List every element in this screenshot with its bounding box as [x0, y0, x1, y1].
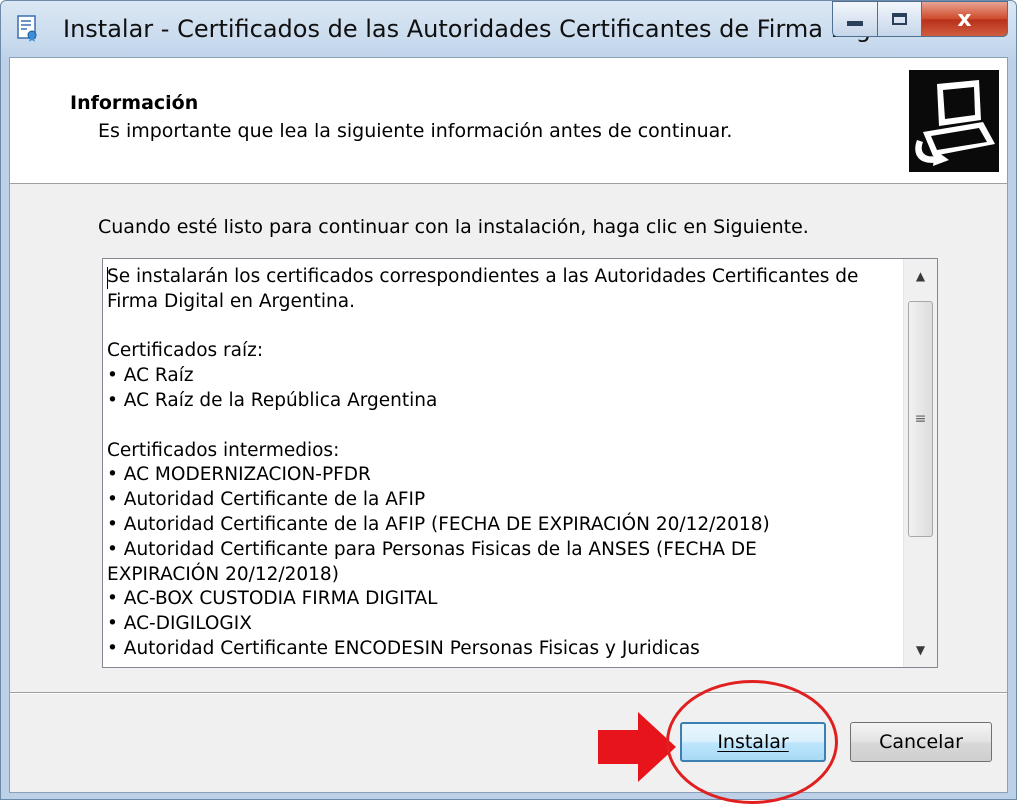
memo-line: • Autoridad Certificante ENCODESIN Perso… — [107, 637, 700, 659]
title-bar[interactable]: Instalar - Certificados de las Autoridad… — [1, 1, 1016, 61]
installer-document-icon — [17, 15, 37, 42]
memo-line: Se instalarán los certificados correspon… — [107, 266, 859, 287]
memo-line: • AC-BOX CUSTODIA FIRMA DIGITAL — [107, 588, 438, 610]
memo-line: • Autoridad Certificante de la AFIP (FEC… — [107, 513, 770, 535]
footer-divider — [10, 692, 1007, 694]
cancel-button[interactable]: Cancelar — [850, 722, 992, 762]
memo-line: • AC-DIGILOGIX — [107, 613, 252, 635]
wizard-client-area: Información Es importante que lea la sig… — [9, 57, 1008, 793]
highlight-ellipse — [666, 680, 838, 804]
close-icon: x — [957, 6, 972, 32]
caption-buttons: x — [832, 1, 1008, 39]
memo-line: • Autoridad Certificante para Personas F… — [107, 538, 757, 560]
computer-install-icon — [909, 70, 999, 172]
memo-line: • AC Raíz de la República Argentina — [107, 389, 438, 411]
memo-text: Se instalarán los certificados correspon… — [107, 265, 897, 662]
memo-line: • AC MODERNIZACION-PFDR — [107, 464, 371, 486]
page-subtitle: Es importante que lea la siguiente infor… — [98, 120, 733, 142]
memo-line: EXPIRACIÓN 20/12/2018) — [107, 563, 339, 585]
memo-line: Firma Digital en Argentina. — [107, 290, 355, 312]
cancel-button-label: Cancelar — [879, 731, 963, 753]
memo-line: Certificados raíz: — [107, 340, 264, 362]
maximize-button[interactable] — [878, 1, 922, 37]
scroll-up-arrow-icon[interactable]: ▲ — [904, 261, 937, 291]
close-button[interactable]: x — [922, 1, 1008, 37]
minimize-button[interactable] — [832, 1, 878, 37]
text-caret — [107, 267, 108, 289]
wizard-header: Información Es importante que lea la sig… — [10, 58, 1007, 184]
scrollbar-thumb[interactable]: ≡ — [908, 301, 933, 537]
grip-icon: ≡ — [914, 411, 927, 427]
memo-line — [107, 414, 897, 439]
installer-window: Instalar - Certificados de las Autoridad… — [0, 0, 1017, 800]
memo-line: • Autoridad Certificante de la AFIP — [107, 489, 426, 511]
scroll-down-arrow-icon[interactable]: ▼ — [904, 635, 937, 665]
instruction-text: Cuando esté listo para continuar con la … — [98, 216, 809, 238]
page-title: Información — [70, 92, 199, 114]
window-title: Instalar - Certificados de las Autoridad… — [63, 15, 910, 43]
info-memo[interactable]: Se instalarán los certificados correspon… — [102, 258, 938, 668]
maximize-icon — [892, 13, 907, 25]
memo-line: Certificados intermedios: — [107, 439, 340, 461]
vertical-scrollbar[interactable]: ▲ ≡ ▼ — [903, 259, 937, 667]
red-arrow-icon — [598, 712, 676, 782]
memo-line: • AC Raíz — [107, 365, 194, 387]
minimize-icon — [847, 20, 863, 26]
memo-line — [107, 315, 897, 340]
